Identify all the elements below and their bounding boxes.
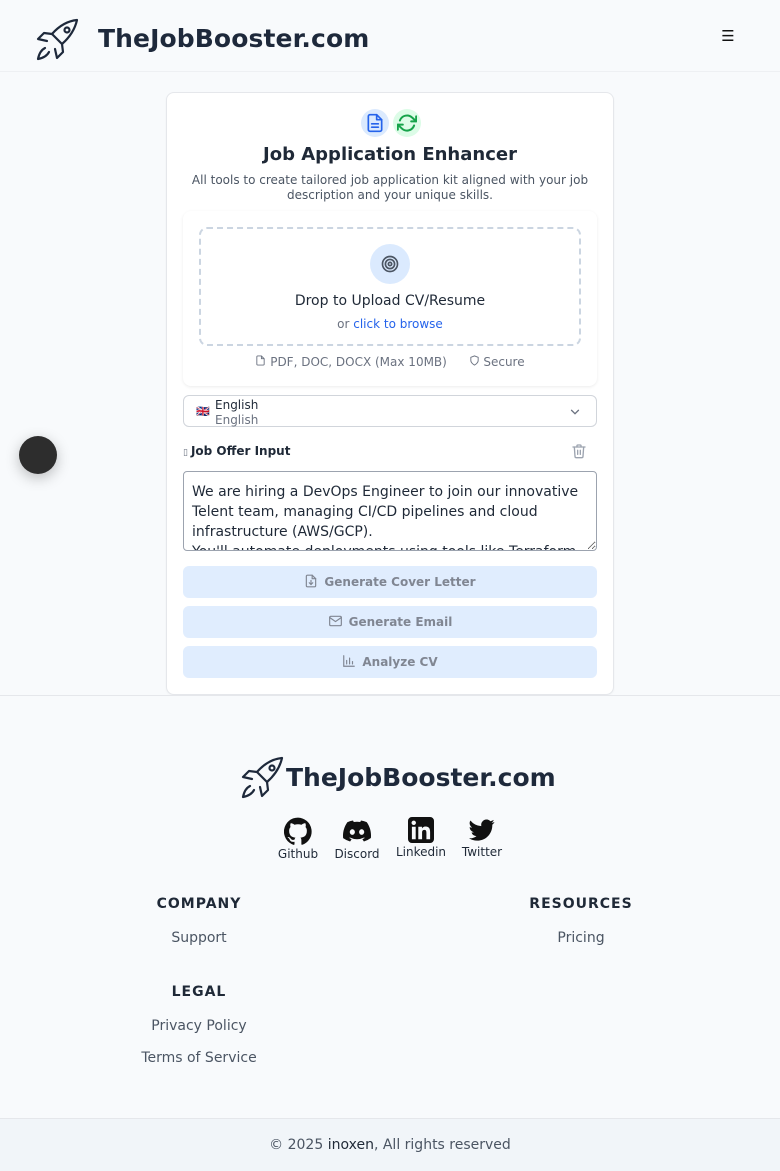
page-title: Job Application Enhancer bbox=[263, 144, 517, 165]
resources-heading: RESOURCES bbox=[529, 896, 633, 912]
language-select[interactable]: 🇬🇧 English English bbox=[183, 395, 597, 427]
secure-label: Secure bbox=[483, 354, 525, 369]
twitter-link[interactable]: Twitter bbox=[459, 817, 505, 859]
file-icon bbox=[255, 354, 266, 369]
job-offer-textarea[interactable]: We are hiring a DevOps Engineer to join … bbox=[183, 471, 597, 551]
legal-heading: LEGAL bbox=[171, 984, 227, 1000]
rocket-icon[interactable] bbox=[33, 17, 81, 63]
language-selected: English bbox=[215, 398, 259, 412]
site-footer: TheJobBooster.com Github Discord Linkedi… bbox=[0, 695, 780, 1119]
enhancer-card: Job Application Enhancer All tools to cr… bbox=[166, 92, 614, 695]
shield-icon bbox=[469, 354, 480, 369]
bar-chart-icon bbox=[343, 655, 356, 667]
mail-icon bbox=[328, 615, 342, 627]
cv-dropzone[interactable]: Drop to Upload CV/Resume or click to bro… bbox=[199, 227, 581, 346]
twitter-icon bbox=[469, 819, 495, 841]
copyright-prefix: © 2025 bbox=[269, 1137, 328, 1153]
analyze-label: Analyze CV bbox=[362, 655, 438, 669]
analyze-cv-button[interactable]: Analyze CV bbox=[183, 646, 597, 678]
copyright-bar: © 2025 inoxen, All rights reserved bbox=[0, 1118, 780, 1171]
linkedin-label: Linkedin bbox=[395, 845, 447, 859]
chat-bubble-button[interactable] bbox=[19, 436, 57, 474]
browse-link[interactable]: click to browse bbox=[353, 317, 443, 331]
target-icon bbox=[370, 244, 410, 284]
email-label: Generate Email bbox=[348, 615, 453, 629]
trash-icon[interactable] bbox=[571, 443, 587, 459]
pricing-link[interactable]: Pricing bbox=[481, 930, 681, 946]
dropzone-subtitle: or click to browse bbox=[201, 317, 579, 331]
menu-icon[interactable]: ☰ bbox=[718, 26, 738, 46]
brand-name[interactable]: TheJobBooster.com bbox=[98, 24, 369, 53]
flag-icon: 🇬🇧 bbox=[196, 405, 210, 418]
file-download-icon bbox=[306, 574, 317, 588]
linkedin-icon bbox=[408, 817, 434, 843]
github-link[interactable]: Github bbox=[276, 817, 320, 861]
document-icon bbox=[361, 109, 389, 137]
dropzone-or: or bbox=[337, 317, 354, 331]
social-links: Github Discord Linkedin Twitter bbox=[0, 817, 780, 867]
supported-formats: PDF, DOC, DOCX (Max 10MB) bbox=[270, 354, 447, 369]
generate-email-button[interactable]: Generate Email bbox=[183, 606, 597, 638]
file-icon: ▯ bbox=[183, 448, 188, 458]
owner-link[interactable]: inoxen bbox=[328, 1137, 374, 1153]
chevron-down-icon bbox=[570, 409, 580, 415]
page-subtitle: All tools to create tailored job applica… bbox=[191, 173, 589, 202]
support-link[interactable]: Support bbox=[99, 930, 299, 946]
github-icon bbox=[284, 817, 312, 845]
dropzone-title: Drop to Upload CV/Resume bbox=[294, 293, 486, 309]
github-label: Github bbox=[277, 847, 319, 861]
discord-label: Discord bbox=[334, 847, 380, 861]
terms-of-service-link[interactable]: Terms of Service bbox=[99, 1050, 299, 1066]
rocket-icon[interactable] bbox=[238, 755, 286, 801]
discord-link[interactable]: Discord bbox=[333, 817, 381, 861]
cover-letter-label: Generate Cover Letter bbox=[324, 575, 476, 589]
refresh-icon bbox=[393, 109, 421, 137]
generate-cover-letter-button[interactable]: Generate Cover Letter bbox=[183, 566, 597, 598]
job-offer-label-text: Job Offer Input bbox=[190, 444, 291, 458]
twitter-label: Twitter bbox=[461, 845, 503, 859]
language-native: English bbox=[215, 413, 259, 427]
upload-panel: Drop to Upload CV/Resume or click to bro… bbox=[183, 211, 597, 386]
copyright-suffix: , All rights reserved bbox=[373, 1137, 511, 1153]
footer-brand[interactable]: TheJobBooster.com bbox=[286, 763, 556, 792]
job-offer-label: ▯ Job Offer Input bbox=[183, 444, 290, 458]
discord-icon bbox=[343, 820, 371, 842]
privacy-policy-link[interactable]: Privacy Policy bbox=[99, 1018, 299, 1034]
linkedin-link[interactable]: Linkedin bbox=[394, 817, 448, 859]
site-header: TheJobBooster.com ☰ bbox=[0, 0, 780, 72]
upload-meta: PDF, DOC, DOCX (Max 10MB) Secure bbox=[183, 354, 597, 369]
company-heading: COMPANY bbox=[156, 896, 242, 912]
hero-icons bbox=[361, 109, 421, 139]
